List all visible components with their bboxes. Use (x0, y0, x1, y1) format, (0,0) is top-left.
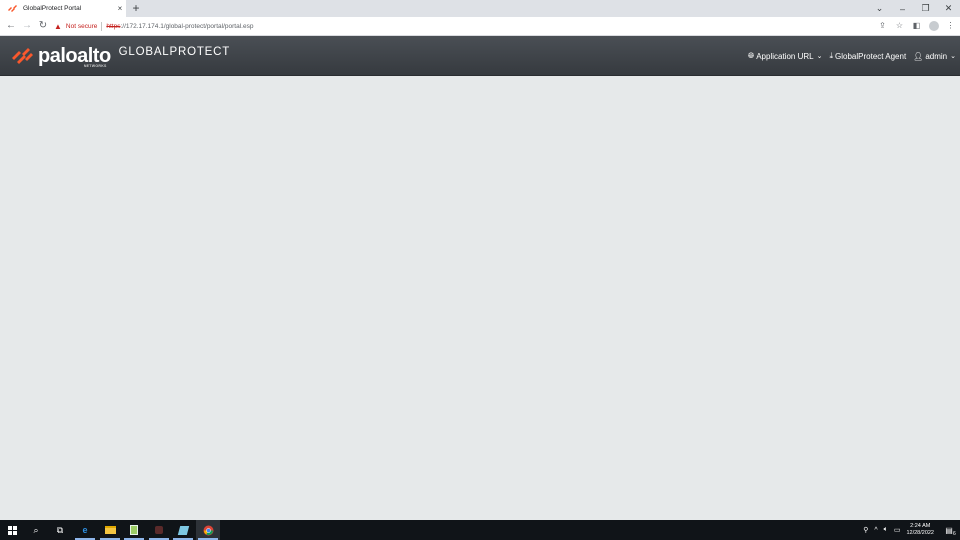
logo-wordmark: paloalto (38, 45, 111, 67)
notification-center-icon[interactable]: ▤ 6 (944, 526, 960, 537)
clock-time: 2:24 AM (910, 523, 931, 529)
forward-arrow-icon[interactable]: → (21, 20, 33, 32)
url-path: ://172.17.174.1/global-protect/portal/po… (120, 23, 254, 30)
browser-tab[interactable]: GlobalProtect Portal × (0, 0, 126, 17)
tab-title: GlobalProtect Portal (23, 5, 82, 12)
profile-icon[interactable] (928, 20, 939, 32)
file-explorer-icon[interactable] (98, 520, 122, 540)
windows-logo-icon (7, 525, 17, 535)
header-menu: 🌐︎ Application URL ⌄ ⤓ GlobalProtect Age… (748, 36, 956, 76)
chevron-down-icon: ⌄ (816, 53, 823, 60)
chrome-logo-icon (203, 525, 213, 535)
user-icon: 👤︎ (913, 51, 924, 61)
agent-label: GlobalProtect Agent (835, 51, 907, 61)
paloalto-logo: paloalto NETWORKS GLOBALPROTECT (11, 42, 230, 70)
network-icon[interactable]: ▭ (894, 526, 901, 534)
system-tray: ⚲ ^ 🔈︎ ▭ 2:24 AM 12/28/2022 ▤ 6 (863, 520, 960, 540)
tab-search-icon[interactable]: ⌄ (868, 3, 891, 14)
globe-icon: 🌐︎ (747, 51, 755, 60)
restore-button[interactable]: ❐ (914, 3, 937, 14)
back-arrow-icon[interactable]: ← (5, 20, 17, 32)
paloalto-favicon-icon (8, 4, 17, 12)
task-view-icon[interactable]: ⧉ (48, 520, 72, 540)
search-icon[interactable]: ⌕ (24, 520, 48, 540)
app-icon[interactable] (147, 520, 171, 540)
application-url-label: Application URL (756, 51, 814, 61)
browser-toolbar: ← → ↻ ▲ Not secure https ://172.17.174.1… (0, 17, 960, 36)
user-menu[interactable]: 👤︎ admin ⌄ (913, 52, 956, 61)
paloalto-logo-mark-icon (12, 48, 33, 64)
browser-tabstrip: GlobalProtect Portal × + ⌄ – ❐ ✕ (0, 0, 960, 17)
application-url-dropdown[interactable]: 🌐︎ Application URL ⌄ (748, 51, 823, 61)
product-name: GLOBALPROTECT (118, 46, 231, 58)
clock[interactable]: 2:24 AM 12/28/2022 (906, 523, 934, 537)
portal-header: paloalto NETWORKS GLOBALPROTECT 🌐︎ Appli… (0, 36, 960, 76)
address-separator (101, 22, 103, 31)
share-icon[interactable]: ⇪ (877, 20, 888, 32)
tray-expand-icon[interactable]: ^ (874, 527, 877, 534)
windows-taskbar: ⌕ ⧉ e ⚲ ^ 🔈︎ ▭ 2:24 AM 12/28/2022 ▤ 6 (0, 520, 960, 540)
volume-icon[interactable]: 🔈︎ (884, 526, 888, 534)
bookmark-star-icon[interactable]: ☆ (894, 20, 905, 32)
chrome-icon[interactable] (196, 520, 220, 540)
notification-count: 6 (953, 530, 956, 537)
username-label: admin (925, 51, 948, 61)
start-button[interactable] (0, 520, 24, 540)
globalprotect-agent-link[interactable]: ⤓ GlobalProtect Agent (829, 51, 906, 61)
clock-date: 12/28/2022 (906, 530, 934, 536)
minimize-button[interactable]: – (891, 4, 914, 14)
more-menu-icon[interactable]: ⋮ (945, 20, 956, 32)
toolbar-actions: ⇪ ☆ ◧ ⋮ (877, 20, 956, 32)
warning-triangle-icon: ▲ (54, 22, 62, 31)
tab-close-icon[interactable]: × (114, 4, 126, 13)
window-controls: ⌄ – ❐ ✕ (868, 0, 960, 17)
logo-subtext: NETWORKS (83, 64, 107, 68)
address-bar[interactable]: ▲ Not secure https ://172.17.174.1/globa… (54, 19, 894, 34)
security-status[interactable]: Not secure (66, 23, 97, 30)
url-scheme: https (106, 23, 121, 30)
notepad-icon[interactable] (122, 520, 146, 540)
portal-content (0, 77, 960, 520)
pen-app-icon[interactable] (171, 520, 195, 540)
chevron-down-icon: ⌄ (950, 53, 956, 60)
people-icon[interactable]: ⚲ (863, 526, 868, 534)
reload-icon[interactable]: ↻ (37, 20, 49, 32)
download-icon: ⤓ (829, 51, 834, 60)
new-tab-button[interactable]: + (130, 1, 142, 15)
edge-browser-icon[interactable]: e (73, 520, 97, 540)
close-window-button[interactable]: ✕ (937, 3, 960, 14)
side-panel-icon[interactable]: ◧ (911, 20, 922, 32)
